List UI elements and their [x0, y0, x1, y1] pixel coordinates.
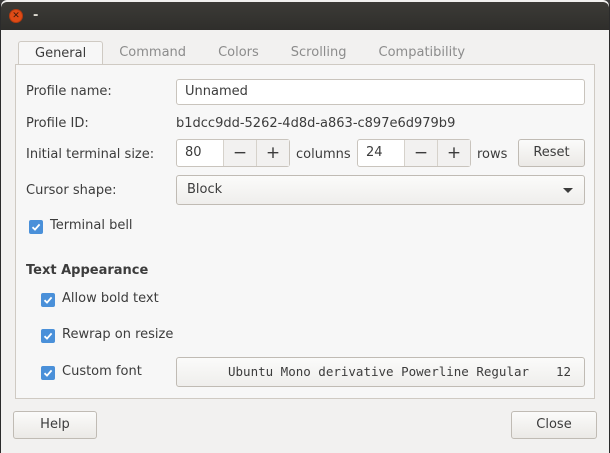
tab-scrolling[interactable]: Scrolling — [275, 41, 363, 65]
reset-button[interactable]: Reset — [518, 139, 585, 167]
text-appearance-heading: Text Appearance — [26, 263, 149, 278]
columns-increment-button[interactable]: + — [256, 140, 289, 166]
custom-font-checkbox[interactable] — [41, 366, 55, 380]
preferences-window: ✕ - General Command Colors Scrolling Com… — [1, 0, 609, 453]
general-panel: Profile name: Unnamed Profile ID: b1dcc9… — [15, 64, 595, 399]
rows-label: rows — [477, 147, 508, 162]
rewrap-label[interactable]: Rewrap on resize — [62, 327, 173, 342]
profile-name-label: Profile name: — [26, 84, 112, 99]
rewrap-checkbox[interactable] — [41, 329, 55, 343]
rows-decrement-button[interactable]: − — [404, 140, 437, 166]
checkmark-icon — [43, 369, 53, 377]
help-button[interactable]: Help — [13, 411, 97, 439]
close-button[interactable]: Close — [511, 411, 597, 439]
font-size: 12 — [555, 364, 571, 379]
tab-general[interactable]: General — [18, 41, 104, 65]
terminal-bell-label[interactable]: Terminal bell — [50, 218, 133, 233]
profile-id-label: Profile ID: — [26, 116, 89, 131]
cursor-shape-label: Cursor shape: — [26, 183, 117, 198]
columns-label: columns — [296, 147, 351, 162]
cursor-shape-value: Block — [187, 182, 223, 197]
cursor-shape-dropdown[interactable]: Block — [176, 175, 585, 205]
custom-font-label[interactable]: Custom font — [62, 364, 142, 379]
allow-bold-checkbox[interactable] — [41, 293, 55, 307]
rows-increment-button[interactable]: + — [437, 140, 470, 166]
title-bar: ✕ - — [1, 2, 609, 30]
checkmark-icon — [43, 332, 53, 340]
tab-compatibility[interactable]: Compatibility — [363, 41, 482, 65]
columns-value[interactable]: 80 — [177, 140, 223, 166]
columns-decrement-button[interactable]: − — [223, 140, 256, 166]
font-name: Ubuntu Mono derivative Powerline Regular — [228, 364, 530, 379]
terminal-bell-checkbox[interactable] — [29, 220, 43, 234]
chevron-down-icon — [563, 188, 573, 193]
rows-value[interactable]: 24 — [358, 140, 404, 166]
checkmark-icon — [43, 296, 53, 304]
terminal-size-label: Initial terminal size: — [26, 147, 155, 162]
checkmark-icon — [31, 223, 41, 231]
font-chooser-button[interactable]: Ubuntu Mono derivative Powerline Regular… — [176, 357, 585, 387]
window-title: - — [33, 8, 39, 23]
profile-id-value: b1dcc9dd-5262-4d8d-a863-c897e6d979b9 — [176, 116, 456, 131]
columns-spinner: 80 − + — [176, 139, 290, 167]
close-icon: ✕ — [12, 10, 20, 21]
profile-name-input[interactable]: Unnamed — [176, 79, 585, 105]
tab-colors[interactable]: Colors — [202, 41, 275, 65]
tab-bar: General Command Colors Scrolling Compati… — [18, 41, 481, 65]
window-close-button[interactable]: ✕ — [9, 9, 23, 23]
allow-bold-label[interactable]: Allow bold text — [62, 291, 159, 306]
rows-spinner: 24 − + — [357, 139, 471, 167]
tab-command[interactable]: Command — [103, 41, 202, 65]
